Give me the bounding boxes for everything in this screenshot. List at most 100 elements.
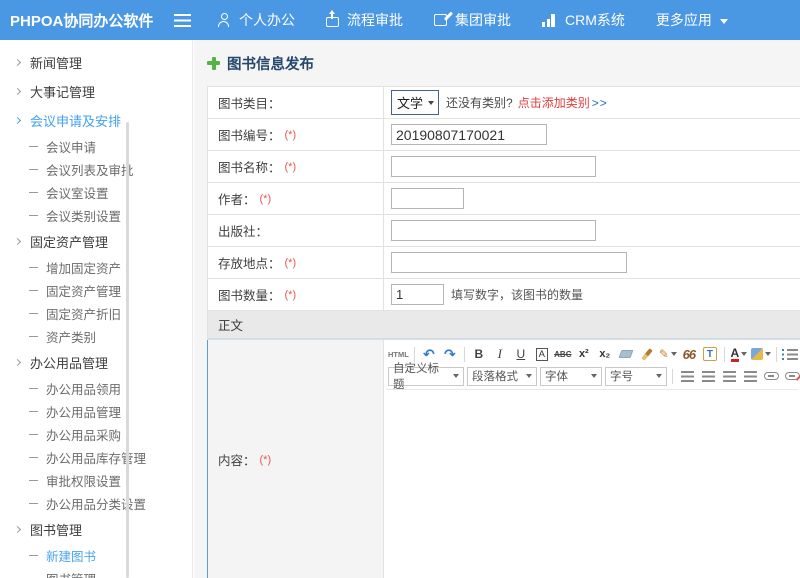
add-category-arrows[interactable]: >> <box>592 96 608 110</box>
sidebar-scrollbar[interactable] <box>126 122 129 578</box>
nav-personal-office[interactable]: 个人办公 <box>217 10 295 30</box>
ordered-list-button[interactable] <box>782 345 800 364</box>
align-justify-icon <box>744 371 757 382</box>
book-number-input[interactable] <box>391 124 547 145</box>
font-style-button[interactable]: A <box>533 345 551 364</box>
sidebar-group-office-supplies[interactable]: 办公用品管理 <box>0 348 192 377</box>
author-input[interactable] <box>391 188 464 209</box>
publisher-input[interactable] <box>391 220 596 241</box>
italic-button[interactable]: I <box>491 345 509 364</box>
sidebar-group-fixed-assets[interactable]: 固定资产管理 <box>0 227 192 256</box>
required-marker: (*) <box>285 289 297 301</box>
sidebar-item-asset-category[interactable]: 资产类别 <box>0 325 192 348</box>
form-row-location: 存放地点：(*) <box>208 247 800 279</box>
sidebar-group-meetings[interactable]: 会议申请及安排 <box>0 106 192 135</box>
required-marker: (*) <box>285 257 297 269</box>
align-center-button[interactable] <box>699 367 717 386</box>
format-brush-button[interactable] <box>638 345 656 364</box>
sidebar-item-supplies-claim[interactable]: 办公用品领用 <box>0 377 192 400</box>
remove-link-button[interactable] <box>783 367 800 386</box>
dash-icon <box>29 215 38 216</box>
bold-button[interactable]: B <box>470 345 488 364</box>
author-label: 作者： <box>218 189 256 208</box>
sidebar-item-add-asset[interactable]: 增加固定资产 <box>0 256 192 279</box>
location-input[interactable] <box>391 252 627 273</box>
sidebar-item-supplies-purchase[interactable]: 办公用品采购 <box>0 423 192 446</box>
align-justify-button[interactable] <box>741 367 759 386</box>
plus-icon <box>207 57 220 70</box>
align-left-button[interactable] <box>678 367 696 386</box>
font-size-select[interactable]: 字号 <box>605 367 667 386</box>
form-row-author: 作者：(*) <box>208 183 800 215</box>
book-number-label: 图书编号： <box>218 125 281 144</box>
superscript-button[interactable]: x² <box>575 345 593 364</box>
subscript-button[interactable]: x₂ <box>596 345 614 364</box>
sidebar-item-book-manage[interactable]: 图书管理 <box>0 567 192 578</box>
align-right-button[interactable] <box>720 367 738 386</box>
nav-crm-system[interactable]: CRM系统 <box>542 10 625 30</box>
dash-icon <box>29 336 38 337</box>
hamburger-menu-icon[interactable] <box>174 14 191 27</box>
align-left-icon <box>681 371 694 382</box>
person-icon <box>217 13 231 27</box>
bar-chart-icon <box>542 14 557 27</box>
quantity-hint: 填写数字，该图书的数量 <box>451 286 583 303</box>
sidebar: 新闻管理 大事记管理 会议申请及安排 会议申请 会议列表及审批 会议室设置 会议… <box>0 40 193 578</box>
pencil-color-button[interactable]: ✎ <box>659 345 677 364</box>
nav-process-approval[interactable]: 流程审批 <box>326 10 403 30</box>
sidebar-item-approval-permission[interactable]: 审批权限设置 <box>0 469 192 492</box>
required-marker: (*) <box>260 454 272 466</box>
paste-text-icon: T <box>703 347 717 361</box>
toolbar-separator <box>776 347 777 362</box>
caret-down-icon <box>720 19 728 24</box>
form-row-content: 内容： (*) HTML ↶ ↷ B I U A ABC <box>208 339 800 578</box>
dash-icon <box>29 411 38 412</box>
page-title-bar: 图书信息发布 <box>194 40 800 86</box>
strikethrough-button[interactable]: ABC <box>554 345 572 364</box>
highlight-color-button[interactable] <box>751 345 771 364</box>
underline-button[interactable]: U <box>512 345 530 364</box>
nav-group-approval[interactable]: 集团审批 <box>434 10 511 30</box>
toolbar-separator <box>672 369 673 384</box>
dash-icon <box>29 192 38 193</box>
quantity-label: 图书数量： <box>218 285 281 304</box>
chevron-right-icon <box>14 359 21 366</box>
sidebar-item-meeting-category[interactable]: 会议类别设置 <box>0 204 192 227</box>
dropdown-caret-icon <box>741 352 747 356</box>
font-family-select[interactable]: 字体 <box>540 367 602 386</box>
font-color-icon: A <box>731 347 740 362</box>
paste-text-button[interactable]: T <box>701 345 719 364</box>
chevron-right-icon <box>14 117 21 124</box>
editor-content-area[interactable] <box>386 389 798 578</box>
sidebar-item-meeting-list[interactable]: 会议列表及审批 <box>0 158 192 181</box>
remove-format-button[interactable] <box>617 345 635 364</box>
quantity-input[interactable] <box>391 284 444 305</box>
sidebar-item-meeting-apply[interactable]: 会议申请 <box>0 135 192 158</box>
sidebar-item-supplies-inventory[interactable]: 办公用品库存管理 <box>0 446 192 469</box>
sidebar-group-events[interactable]: 大事记管理 <box>0 77 192 106</box>
form-row-quantity: 图书数量： (*) 填写数字，该图书的数量 <box>208 279 800 311</box>
add-category-link[interactable]: 点击添加类别 <box>518 94 590 111</box>
sidebar-item-supplies-manage[interactable]: 办公用品管理 <box>0 400 192 423</box>
top-nav: 个人办公 流程审批 集团审批 CRM系统 更多应用 <box>217 10 728 30</box>
dash-icon <box>29 503 38 504</box>
paragraph-format-select[interactable]: 段落格式 <box>467 367 537 386</box>
blockquote-button[interactable]: 66 <box>680 345 698 364</box>
book-name-input[interactable] <box>391 156 596 177</box>
sidebar-group-books[interactable]: 图书管理 <box>0 515 192 544</box>
dash-icon <box>29 169 38 170</box>
sidebar-item-asset-manage[interactable]: 固定资产管理 <box>0 279 192 302</box>
custom-title-select[interactable]: 自定义标题 <box>388 367 464 386</box>
sidebar-group-news[interactable]: 新闻管理 <box>0 48 192 77</box>
sidebar-item-new-book[interactable]: 新建图书 <box>0 544 192 567</box>
font-color-button[interactable]: A <box>730 345 748 364</box>
category-select[interactable]: 文学 <box>391 90 439 115</box>
sidebar-item-asset-depreciation[interactable]: 固定资产折旧 <box>0 302 192 325</box>
sidebar-item-meeting-room[interactable]: 会议室设置 <box>0 181 192 204</box>
nav-more-apps[interactable]: 更多应用 <box>656 10 728 30</box>
sidebar-item-supplies-classification[interactable]: 办公用品分类设置 <box>0 492 192 515</box>
insert-link-button[interactable] <box>762 367 780 386</box>
category-label: 图书类目： <box>218 93 281 112</box>
main-content: 图书信息发布 图书类目： 文学 还没有类别? 点击添加类别 >> 图书编号：(*… <box>194 40 800 578</box>
dropdown-caret-icon <box>591 374 597 378</box>
